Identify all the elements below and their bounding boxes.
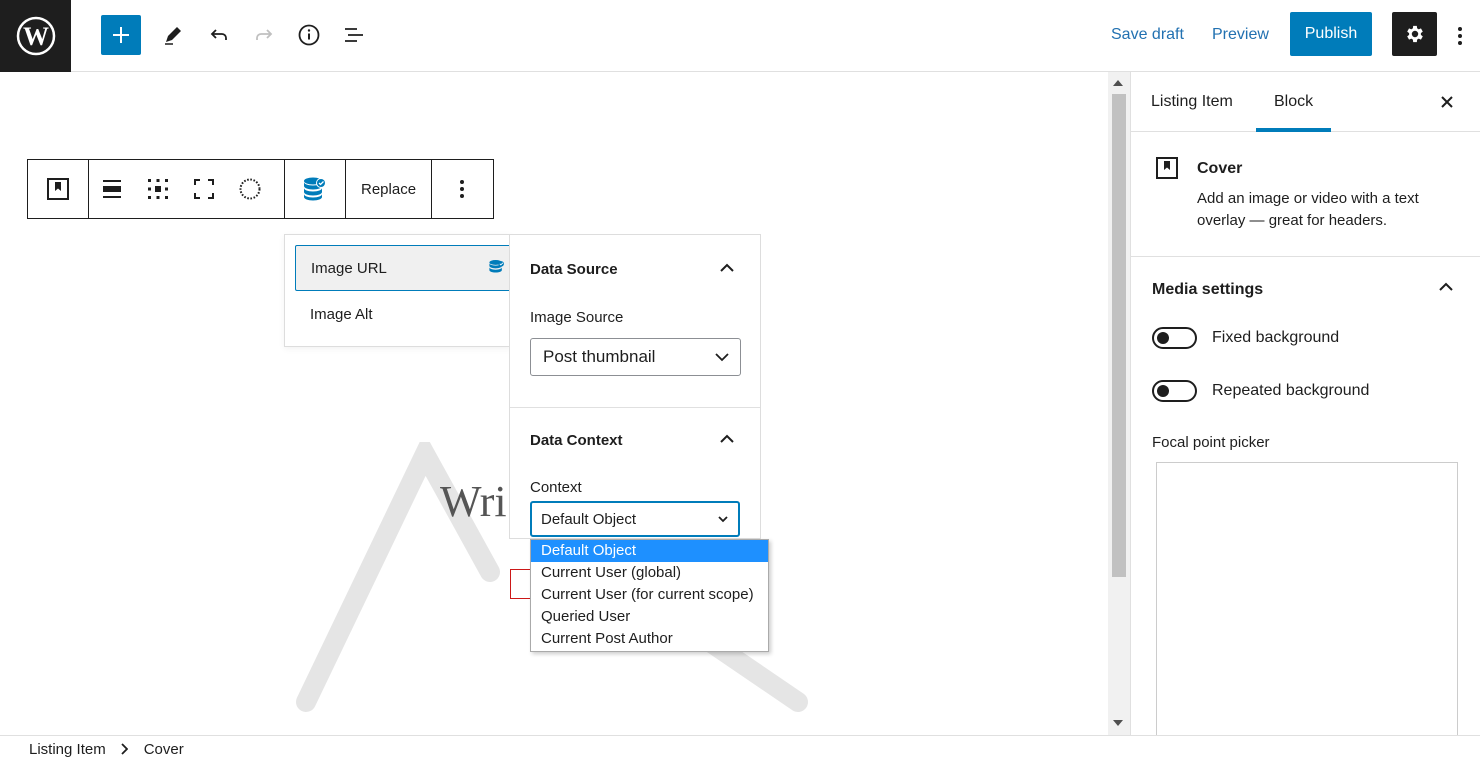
breadcrumb-listing-item[interactable]: Listing Item xyxy=(29,741,106,758)
position-grid-icon xyxy=(148,179,168,199)
database-icon xyxy=(489,260,504,273)
data-context-title: Data Context xyxy=(530,432,623,449)
dynamic-field-list: Image URL Image Alt xyxy=(284,234,512,347)
settings-button[interactable] xyxy=(1392,12,1437,56)
chevron-down-icon xyxy=(718,516,728,523)
context-option-default-object[interactable]: Default Object xyxy=(531,540,768,562)
image-source-value: Post thumbnail xyxy=(543,347,656,366)
tab-block[interactable]: Block xyxy=(1256,72,1332,132)
undo-button[interactable] xyxy=(199,15,239,55)
close-icon xyxy=(1441,96,1453,108)
context-option-current-user-scope[interactable]: Current User (for current scope) xyxy=(531,584,768,606)
more-vertical-icon xyxy=(460,180,465,198)
block-toolbar: Replace xyxy=(27,159,494,219)
block-description: Add an image or video with a text overla… xyxy=(1197,190,1419,229)
plus-icon xyxy=(113,27,129,43)
bind-item-image-alt[interactable]: Image Alt xyxy=(295,291,511,337)
cover-placeholder-text[interactable]: Wri xyxy=(440,476,507,527)
editor-header: W Save draft Preview Publish xyxy=(0,0,1480,72)
wordpress-logo[interactable]: W xyxy=(0,0,71,72)
settings-sidebar: Listing Item Block Cover Add an image or… xyxy=(1130,72,1480,735)
tab-listing-item[interactable]: Listing Item xyxy=(1151,72,1233,132)
cover-block-switcher[interactable] xyxy=(35,160,81,218)
focal-point-label: Focal point picker xyxy=(1152,434,1270,451)
close-sidebar-button[interactable] xyxy=(1437,92,1457,112)
preview-button[interactable]: Preview xyxy=(1212,26,1269,44)
details-button[interactable] xyxy=(289,15,329,55)
cover-block-icon xyxy=(1156,157,1178,179)
repeated-background-toggle[interactable] xyxy=(1152,380,1197,402)
list-view-button[interactable] xyxy=(334,15,374,55)
cover-block-icon xyxy=(47,178,69,200)
context-option-queried-user[interactable]: Queried User xyxy=(531,606,768,628)
scroll-down-arrow[interactable] xyxy=(1113,720,1123,726)
tools-button[interactable] xyxy=(153,15,193,55)
sidebar-tabs: Listing Item Block xyxy=(1131,72,1480,132)
data-source-title: Data Source xyxy=(530,261,618,278)
list-view-icon xyxy=(345,28,363,42)
breadcrumb-cover[interactable]: Cover xyxy=(144,741,184,758)
publish-button[interactable]: Publish xyxy=(1290,12,1372,56)
fullscreen-icon xyxy=(194,179,214,199)
invalid-field-marker xyxy=(510,569,532,599)
svg-text:W: W xyxy=(23,22,49,51)
align-icon xyxy=(103,180,121,198)
fixed-background-label: Fixed background xyxy=(1212,329,1340,346)
block-options-button[interactable] xyxy=(439,160,485,218)
chevron-up-icon[interactable] xyxy=(718,259,736,277)
bind-item-image-url[interactable]: Image URL xyxy=(295,245,511,291)
redo-button[interactable] xyxy=(244,15,284,55)
image-source-select[interactable]: Post thumbnail xyxy=(530,338,741,376)
fixed-background-toggle[interactable] xyxy=(1152,327,1197,349)
image-source-label: Image Source xyxy=(530,309,624,326)
context-select-value: Default Object xyxy=(541,510,637,528)
align-button[interactable] xyxy=(89,160,135,218)
scroll-up-arrow[interactable] xyxy=(1113,80,1123,86)
repeated-background-toggle-row[interactable]: Repeated background xyxy=(1152,380,1369,402)
chevron-up-icon[interactable] xyxy=(1437,278,1455,296)
more-vertical-icon xyxy=(1458,27,1462,45)
context-option-current-post-author[interactable]: Current Post Author xyxy=(531,628,768,650)
wordpress-icon: W xyxy=(16,16,55,56)
add-block-button[interactable] xyxy=(101,15,141,55)
block-title: Cover xyxy=(1197,160,1243,177)
fixed-background-toggle-row[interactable]: Fixed background xyxy=(1152,327,1339,349)
context-dropdown-list: Default Object Current User (global) Cur… xyxy=(530,539,769,652)
duotone-button[interactable] xyxy=(227,160,273,218)
gear-icon xyxy=(1406,25,1423,43)
dynamic-data-settings-panel: Data Source Image Source Post thumbnail … xyxy=(509,234,761,539)
bind-item-label: Image URL xyxy=(311,259,387,277)
save-draft-button[interactable]: Save draft xyxy=(1111,26,1184,44)
dotted-circle-icon xyxy=(239,178,261,200)
options-menu-button[interactable] xyxy=(1450,18,1470,54)
full-height-button[interactable] xyxy=(181,160,227,218)
context-label: Context xyxy=(530,479,582,496)
context-option-current-user-global[interactable]: Current User (global) xyxy=(531,562,768,584)
repeated-background-label: Repeated background xyxy=(1212,382,1370,399)
dynamic-data-button[interactable] xyxy=(292,160,338,218)
chevron-right-icon xyxy=(120,743,128,755)
section-divider xyxy=(510,407,760,408)
chevron-up-icon[interactable] xyxy=(718,430,736,448)
undo-icon xyxy=(210,29,227,40)
breadcrumb: Listing Item Cover xyxy=(0,735,1480,762)
chevron-down-icon xyxy=(715,353,729,362)
media-settings-title[interactable]: Media settings xyxy=(1152,281,1263,299)
content-position-button[interactable] xyxy=(135,160,181,218)
focal-point-picker[interactable] xyxy=(1156,462,1458,735)
replace-button[interactable]: Replace xyxy=(346,160,431,218)
scroll-thumb[interactable] xyxy=(1112,94,1126,577)
pencil-icon xyxy=(165,27,181,45)
block-card: Cover Add an image or video with a text … xyxy=(1131,132,1480,257)
database-icon xyxy=(304,177,326,201)
canvas-scrollbar[interactable] xyxy=(1108,72,1130,735)
context-select[interactable]: Default Object xyxy=(530,501,740,537)
info-icon xyxy=(298,24,320,46)
redo-icon xyxy=(256,29,273,40)
bind-item-label: Image Alt xyxy=(310,305,373,323)
